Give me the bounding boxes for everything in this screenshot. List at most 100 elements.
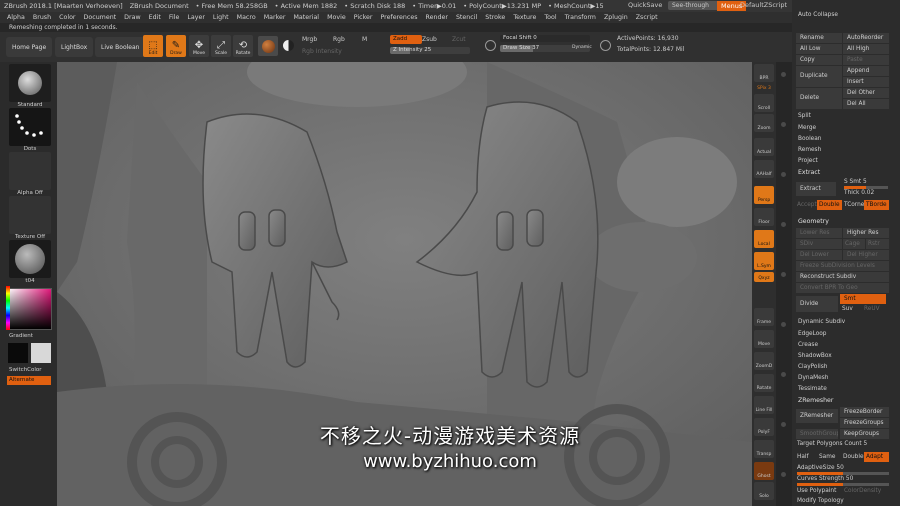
del-higher-button[interactable]: Del Higher [843, 250, 889, 260]
menu-material[interactable]: Material [293, 14, 319, 21]
menu-picker[interactable]: Picker [354, 14, 373, 21]
geometry-section-header[interactable]: Geometry [792, 217, 900, 227]
double-polys-button[interactable]: Double [843, 454, 864, 460]
target-polygons-slider[interactable]: Target Polygons Count 5 [797, 441, 867, 447]
edit-mode-button[interactable]: ⬚ Edit [143, 35, 163, 57]
rgb-button[interactable]: Rgb [333, 36, 345, 43]
all-high-button[interactable]: All High [843, 44, 889, 54]
cage-button[interactable]: Cage [843, 239, 865, 249]
switch-color-button[interactable]: SwitchColor [9, 367, 51, 373]
higher-res-button[interactable]: Higher Res [843, 228, 889, 238]
paste-button[interactable]: Paste [843, 55, 889, 65]
freeze-subdiv-button[interactable]: Freeze SubDivision Levels [796, 261, 889, 271]
tessimate-button[interactable]: Tessimate [798, 386, 827, 392]
lower-res-button[interactable]: Lower Res [796, 228, 842, 238]
remesh-button[interactable]: Remesh [798, 147, 821, 153]
extract-button[interactable]: Extract [796, 182, 836, 196]
material-selector[interactable]: t04 [9, 240, 51, 284]
gradient-toggle[interactable]: Gradient [9, 333, 51, 339]
lightbox-button[interactable]: LightBox [55, 37, 94, 57]
menu-stroke[interactable]: Stroke [485, 14, 505, 21]
dynamic-subdiv-button[interactable]: Dynamic Subdiv [798, 319, 845, 325]
curves-strength-slider[interactable]: Curves Strength 50 [797, 476, 853, 482]
del-other-button[interactable]: Del Other [843, 88, 889, 98]
crease-button[interactable]: Crease [798, 342, 818, 348]
default-zscript-button[interactable]: DefaultZScript [740, 1, 787, 9]
transp-button[interactable]: Transp [754, 440, 774, 458]
menu-alpha[interactable]: Alpha [7, 14, 25, 21]
m-button[interactable]: M [362, 36, 367, 43]
same-button[interactable]: Same [819, 454, 835, 460]
menu-movie[interactable]: Movie [327, 14, 346, 21]
menu-tool[interactable]: Tool [544, 14, 556, 21]
frame-button[interactable]: Frame [754, 308, 774, 326]
menu-document[interactable]: Document [84, 14, 117, 21]
zsub-button[interactable]: Zsub [422, 36, 437, 43]
move-mode-button[interactable]: ✥ Move [189, 35, 209, 57]
actual-button[interactable]: Actual [754, 138, 774, 156]
canvas-viewport[interactable] [57, 62, 752, 506]
material-sphere-button[interactable] [258, 36, 278, 56]
boolean-button[interactable]: Boolean [798, 136, 821, 142]
copy-button[interactable]: Copy [796, 55, 842, 65]
menu-layer[interactable]: Layer [187, 14, 205, 21]
tray-scrollbar[interactable] [776, 62, 792, 506]
brush-selector[interactable]: Standard [9, 64, 51, 108]
focal-shift-slider[interactable]: Focal Shift 0 [500, 35, 590, 42]
menu-macro[interactable]: Macro [237, 14, 256, 21]
merge-button[interactable]: Merge [798, 125, 816, 131]
project-button[interactable]: Project [798, 158, 818, 164]
menu-render[interactable]: Render [426, 14, 448, 21]
freeze-groups-button[interactable]: FreezeGroups [840, 418, 889, 428]
split-button[interactable]: Split [798, 113, 811, 119]
double-button[interactable]: Double [817, 200, 842, 210]
scale-mode-button[interactable]: ⤢ Scale [211, 35, 231, 57]
smooth-groups-button[interactable]: SmoothGroups [796, 429, 838, 439]
rename-button[interactable]: Rename [796, 33, 842, 43]
tcorne-button[interactable]: TCorne [844, 202, 864, 208]
delete-button[interactable]: Delete [796, 88, 842, 109]
zadd-button[interactable]: Zadd [390, 35, 422, 44]
adaptive-size-slider[interactable]: AdaptiveSize 50 [797, 465, 844, 471]
solo-button[interactable]: Solo [754, 482, 774, 500]
convert-bpr-button[interactable]: Convert BPR To Geo [796, 283, 889, 293]
spix-slider[interactable]: SPix 3 [754, 84, 774, 92]
use-polypaint-button[interactable]: Use Polypaint [797, 488, 836, 494]
local-button[interactable]: Local [754, 230, 774, 248]
quicksave-button[interactable]: QuickSave [628, 1, 662, 9]
bpr-button[interactable]: BPR [754, 64, 774, 82]
adapt-button[interactable]: Adapt [864, 452, 889, 462]
del-all-button[interactable]: Del All [843, 99, 889, 109]
color-picker[interactable] [7, 288, 52, 330]
color-swatch-icon[interactable] [283, 40, 294, 51]
append-button[interactable]: Append [843, 66, 889, 76]
divide-button[interactable]: Divide [796, 296, 838, 312]
ghost-button[interactable]: Ghost [754, 462, 774, 480]
line-fill-button[interactable]: Line Fill [754, 396, 774, 414]
autoreorder-button[interactable]: AutoReorder [843, 33, 889, 43]
z-intensity-slider[interactable]: Z Intensity 25 [390, 47, 470, 54]
alternate-button[interactable]: Alternate [7, 376, 51, 385]
menu-edit[interactable]: Edit [149, 14, 161, 21]
zcut-button[interactable]: Zcut [452, 36, 466, 43]
draw-mode-button[interactable]: ✎ Draw [166, 35, 186, 57]
mrgb-button[interactable]: Mrgb [302, 36, 317, 43]
color-density-slider[interactable]: ColorDensity [844, 488, 881, 494]
zremesher-button[interactable]: ZRemesher [796, 409, 838, 423]
half-button[interactable]: Half [797, 454, 809, 460]
stroke-selector[interactable]: Dots [9, 108, 51, 152]
menu-preferences[interactable]: Preferences [380, 14, 417, 21]
smt-toggle[interactable]: Smt [840, 294, 886, 304]
keep-groups-button[interactable]: KeepGroups [840, 429, 889, 439]
duplicate-button[interactable]: Duplicate [796, 66, 842, 87]
claypolish-button[interactable]: ClayPolish [798, 364, 827, 370]
menu-zplugin[interactable]: Zplugin [604, 14, 628, 21]
aahalf-button[interactable]: AAHalf [754, 160, 774, 178]
menu-transform[interactable]: Transform [565, 14, 596, 21]
polyf-button[interactable]: PolyF [754, 418, 774, 436]
dynamic-toggle[interactable]: Dynamic [572, 45, 592, 50]
menu-zscript[interactable]: Zscript [636, 14, 658, 21]
alpha-selector[interactable]: Alpha Off [9, 152, 51, 196]
reuv-toggle[interactable]: ReUV [864, 306, 880, 312]
secondary-color-swatch[interactable] [31, 343, 51, 363]
